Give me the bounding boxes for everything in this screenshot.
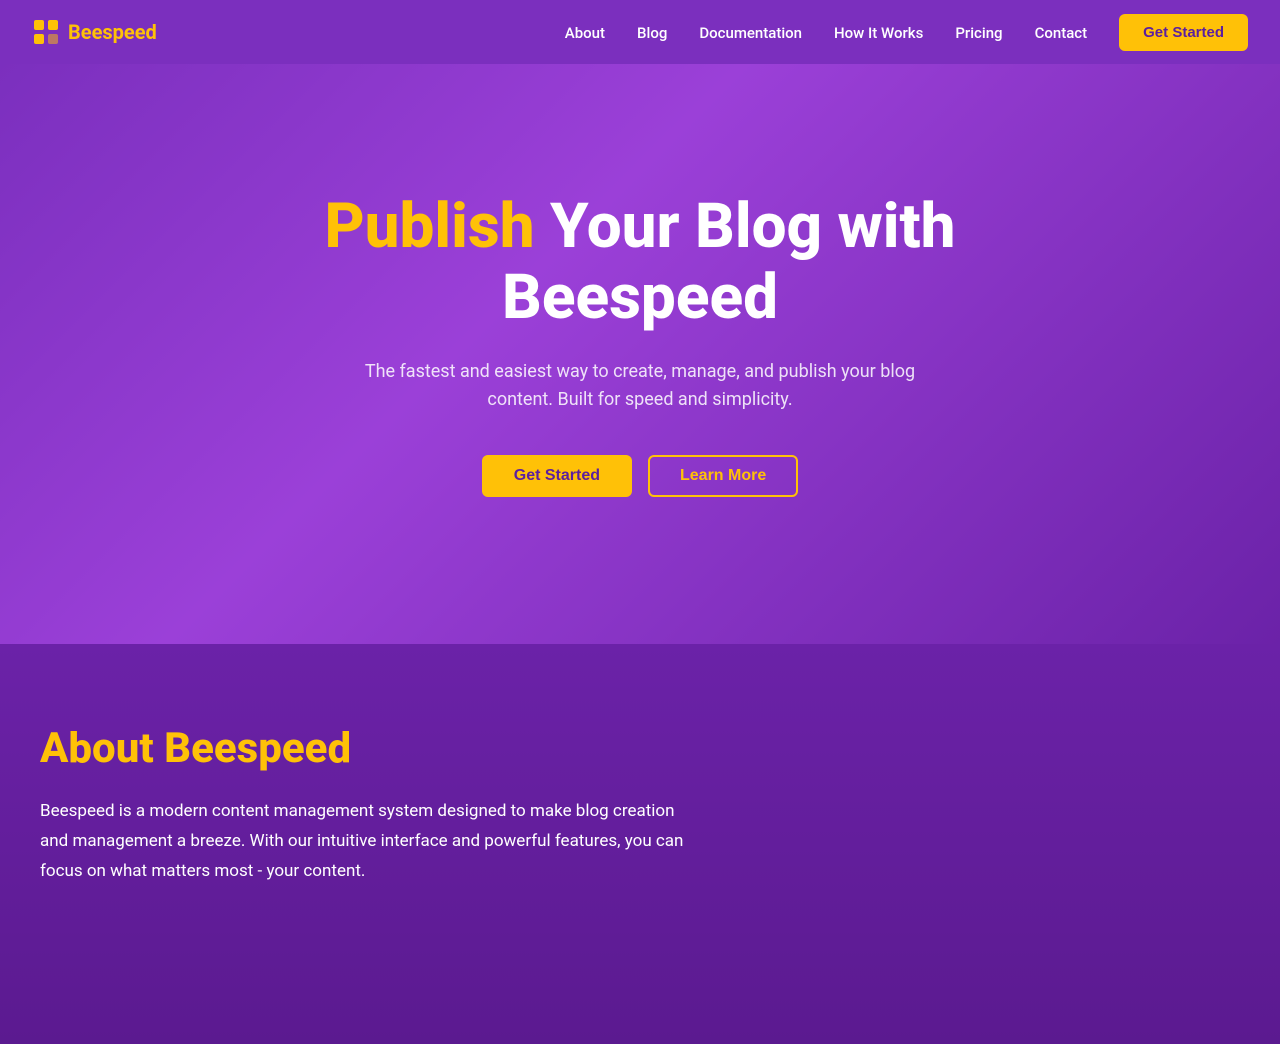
nav-link-pricing[interactable]: Pricing <box>955 24 1002 42</box>
about-section: About Beespeed Beespeed is a modern cont… <box>0 644 1280 1044</box>
hero-title-rest: Your Blog with Beespeed <box>502 190 956 334</box>
brand-name: Beespeed <box>68 20 157 44</box>
about-body: Beespeed is a modern content management … <box>40 797 700 886</box>
nav-item-how[interactable]: How It Works <box>834 23 923 42</box>
navbar: Beespeed About Blog Documentation How It… <box>0 0 1280 64</box>
nav-link-about[interactable]: About <box>565 24 605 42</box>
nav-logo[interactable]: Beespeed <box>32 18 157 46</box>
nav-item-pricing[interactable]: Pricing <box>955 23 1002 42</box>
nav-link-docs[interactable]: Documentation <box>699 24 802 42</box>
nav-item-contact[interactable]: Contact <box>1035 23 1088 42</box>
nav-links: About Blog Documentation How It Works Pr… <box>565 14 1248 51</box>
hero-section: Publish Your Blog with Beespeed The fast… <box>0 64 1280 644</box>
hero-subtitle: The fastest and easiest way to create, m… <box>360 358 920 416</box>
about-title: About Beespeed <box>40 724 1240 773</box>
hero-get-started-button[interactable]: Get Started <box>482 455 632 497</box>
hero-learn-more-button[interactable]: Learn More <box>648 455 798 497</box>
nav-link-how[interactable]: How It Works <box>834 24 923 42</box>
nav-get-started-button[interactable]: Get Started <box>1119 14 1248 51</box>
hero-buttons: Get Started Learn More <box>482 455 799 497</box>
nav-link-contact[interactable]: Contact <box>1035 24 1088 42</box>
nav-link-blog[interactable]: Blog <box>637 24 667 42</box>
nav-item-about[interactable]: About <box>565 23 605 42</box>
nav-item-blog[interactable]: Blog <box>637 23 667 42</box>
hero-title-highlight: Publish <box>324 190 534 263</box>
nav-item-docs[interactable]: Documentation <box>699 23 802 42</box>
hero-title: Publish Your Blog with Beespeed <box>190 191 1090 334</box>
nav-cta-item: Get Started <box>1119 14 1248 51</box>
beespeed-logo-icon <box>32 18 60 46</box>
